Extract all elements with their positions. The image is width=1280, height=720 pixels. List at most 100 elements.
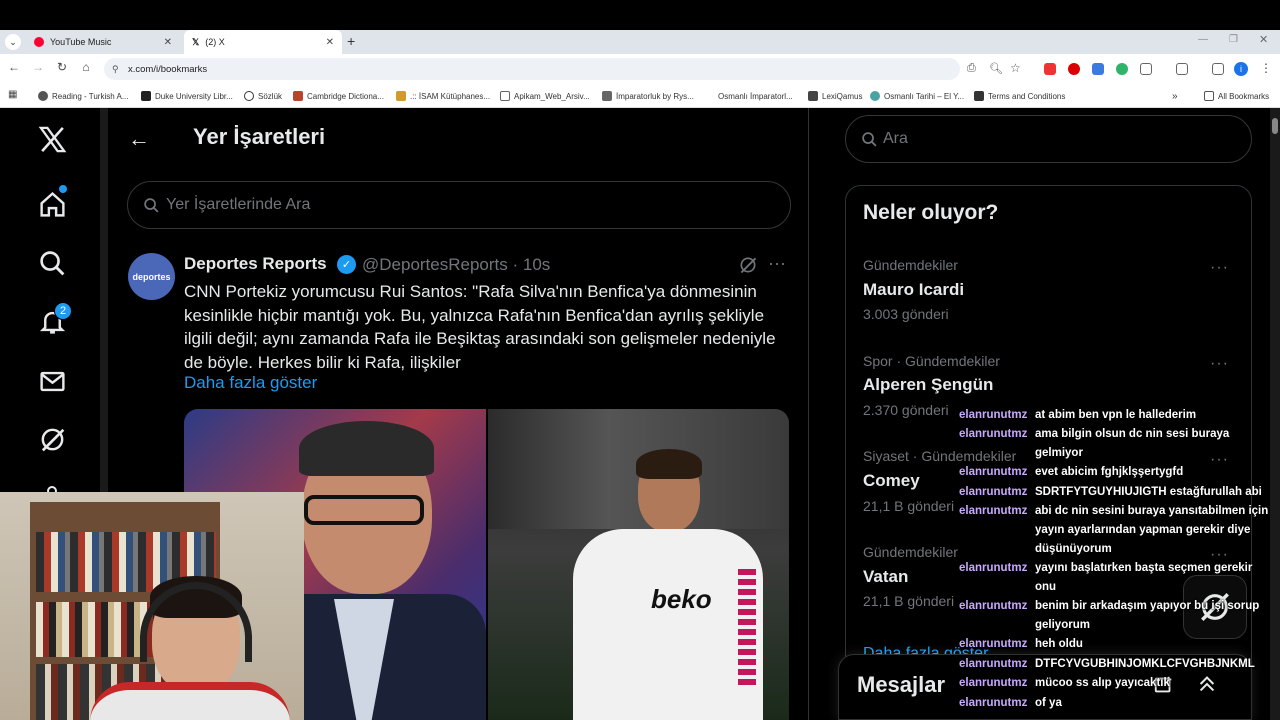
tab-x[interactable]: 𝕏 (2) X ✕ (184, 30, 342, 54)
mail-icon[interactable] (38, 367, 67, 396)
home-icon[interactable]: ⌂ (78, 60, 94, 74)
search-icon (144, 198, 159, 213)
tweet-handle-time[interactable]: @DeportesReports · 10s (362, 255, 550, 275)
more-bookmarks-icon[interactable]: » (1172, 84, 1178, 108)
chat-username: elanrunutmz (959, 505, 1028, 517)
bookmark-item[interactable]: Osmanlı Tarihi – El Y... (870, 84, 964, 108)
zoom-icon[interactable]: 🔍︎ (989, 62, 1003, 75)
trend-name[interactable]: Comey (863, 471, 920, 491)
all-bookmarks-label: All Bookmarks (1218, 91, 1270, 101)
minimize-icon[interactable]: — (1198, 34, 1208, 45)
bookmark-favicon (396, 91, 406, 101)
x-logo-icon[interactable] (37, 124, 68, 155)
trend-meta: Gündemdekiler (863, 257, 958, 273)
trend-meta: Gündemdekiler (863, 544, 958, 560)
back-arrow-icon[interactable]: ← (128, 126, 150, 152)
restore-icon[interactable]: ❐ (1229, 34, 1238, 45)
bookmark-favicon (293, 91, 303, 101)
extensions-puzzle-icon[interactable] (1140, 63, 1152, 75)
back-icon[interactable]: ← (6, 60, 22, 74)
install-app-icon[interactable]: ⎙ (967, 62, 976, 75)
scrollbar-thumb[interactable] (1272, 118, 1278, 134)
messages-title: Mesajlar (857, 672, 946, 697)
bookmark-item[interactable]: LexiQamus (808, 84, 862, 108)
tab-search-button[interactable]: ⌄ (5, 34, 21, 50)
youtube-music-icon (34, 37, 44, 47)
apps-grid-icon[interactable]: ▦ (8, 89, 17, 100)
reading-list-icon[interactable] (1212, 63, 1224, 75)
chat-message: heh oldu (1035, 638, 1083, 650)
bookmark-item[interactable]: Cambridge Dictiona... (293, 84, 384, 108)
close-tab-icon[interactable]: ✕ (326, 37, 334, 48)
bookmark-label: Sözlük (258, 91, 283, 101)
bookmark-item[interactable]: Duke University Libr... (141, 84, 233, 108)
trend-meta: Spor · Gündemdekiler (863, 353, 1000, 369)
chat-username: elanrunutmz (959, 658, 1028, 670)
bookmark-label: İmparatorluk by Rys... (616, 91, 694, 101)
trend-name[interactable]: Vatan (863, 567, 908, 587)
bookmark-item[interactable]: Apikam_Web_Arsiv... (500, 84, 590, 108)
tweet-more-icon[interactable]: ··· (768, 253, 786, 274)
trend-name[interactable]: Alperen Şengün (863, 375, 993, 395)
close-tab-icon[interactable]: ✕ (164, 37, 172, 48)
chat-username: elanrunutmz (959, 466, 1028, 478)
forward-icon[interactable]: → (30, 60, 46, 74)
home-icon[interactable] (38, 190, 67, 219)
chat-message: of ya (1035, 697, 1062, 709)
bookmark-favicon (244, 91, 254, 101)
show-more-link[interactable]: Daha fazla göster (184, 373, 317, 393)
bookmark-item[interactable]: Sözlük (244, 84, 282, 108)
bookmarks-search-input[interactable]: Yer İşaretlerinde Ara (127, 181, 791, 229)
bookmark-item[interactable]: Reading - Turkish A... (38, 84, 128, 108)
trend-more-icon[interactable]: ··· (1210, 259, 1229, 277)
search-input[interactable]: Ara (845, 115, 1252, 163)
bookmark-item[interactable]: Terms and Conditions (974, 84, 1065, 108)
grok-icon[interactable] (38, 425, 67, 454)
chat-message: evet abicim fghjklşşertygfd (1035, 466, 1184, 478)
chat-username: elanrunutmz (959, 677, 1028, 689)
all-bookmarks[interactable]: All Bookmarks (1204, 84, 1269, 108)
tab-youtube-music[interactable]: YouTube Music ✕ (26, 30, 180, 54)
chat-username: elanrunutmz (959, 428, 1028, 440)
column-divider (808, 108, 809, 720)
extension-icon[interactable] (1116, 63, 1128, 75)
chat-username: elanrunutmz (959, 486, 1028, 498)
trend-more-icon[interactable]: ··· (1210, 355, 1229, 373)
bookmark-item[interactable]: İmparatorluk by Rys... (602, 84, 694, 108)
trends-title: Neler oluyor? (863, 201, 999, 224)
menu-icon[interactable]: ⋮ (1260, 61, 1272, 75)
chat-username: elanrunutmz (959, 638, 1028, 650)
bookmark-item[interactable]: Osmanlı İmparatorl... (718, 84, 793, 108)
notification-badge: 2 (54, 302, 72, 320)
scrollbar[interactable] (1270, 108, 1280, 720)
x-logo-icon: 𝕏 (192, 36, 200, 47)
bookmark-favicon (808, 91, 818, 101)
chat-username: elanrunutmz (959, 409, 1028, 421)
trend-name[interactable]: Mauro Icardi (863, 280, 964, 300)
window-titlebar (0, 0, 1280, 30)
person-hair (299, 421, 434, 476)
site-info-icon[interactable]: ⚲ (112, 64, 119, 75)
extension-icon[interactable] (1068, 63, 1080, 75)
profile-avatar[interactable]: i (1234, 62, 1248, 76)
bookmark-favicon (38, 91, 48, 101)
chat-message: ama bilgin olsun dc nin sesi buraya gelm… (1035, 428, 1230, 459)
jersey-stripes (738, 569, 756, 689)
notification-count: 2 (59, 305, 67, 317)
bookmark-favicon (141, 91, 151, 101)
tweet-author-name[interactable]: Deportes Reports (184, 254, 327, 274)
tweet-avatar[interactable]: deportes (128, 253, 175, 300)
star-icon[interactable]: ☆ (1010, 61, 1021, 75)
extension-icon[interactable] (1092, 63, 1104, 75)
extension-icon[interactable] (1176, 63, 1188, 75)
close-window-icon[interactable]: ✕ (1259, 33, 1268, 46)
new-tab-button[interactable]: + (347, 33, 355, 49)
tweet-image-right[interactable]: beko (488, 409, 789, 720)
bookmark-item[interactable]: .:: İSAM Kütüphanes... (396, 84, 490, 108)
grok-explain-icon[interactable] (738, 255, 758, 275)
reload-icon[interactable]: ↻ (54, 60, 70, 74)
address-bar[interactable]: ⚲ x.com/i/bookmarks (104, 58, 960, 80)
extension-icon[interactable] (1044, 63, 1056, 75)
chat-username: elanrunutmz (959, 562, 1028, 574)
search-icon[interactable] (38, 249, 67, 278)
